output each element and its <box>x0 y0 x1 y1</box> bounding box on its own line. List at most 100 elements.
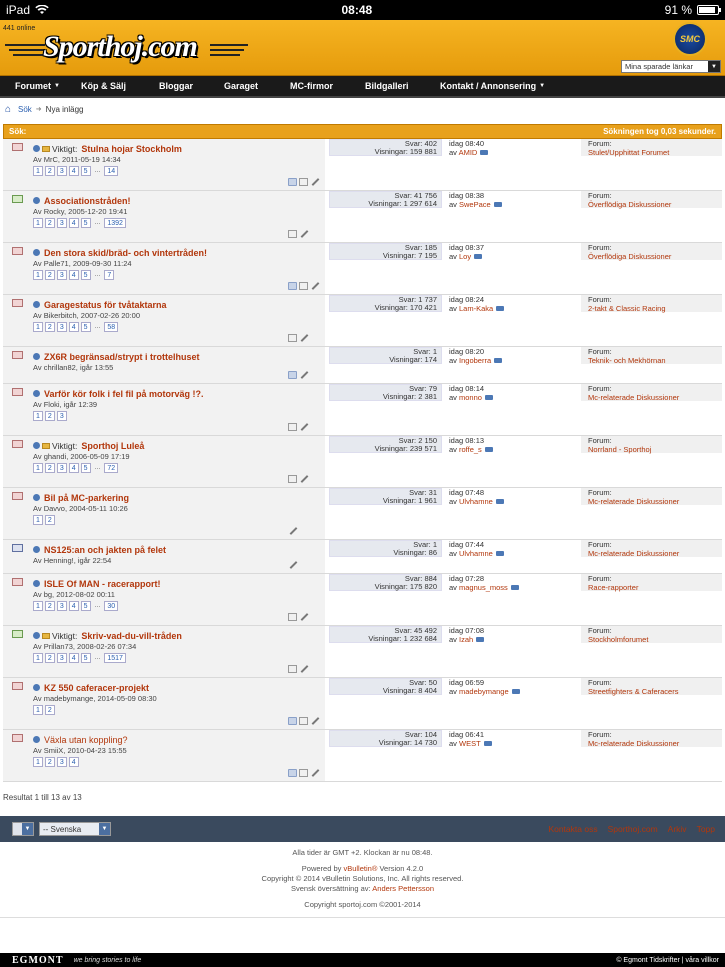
goto-last-post-icon[interactable] <box>510 585 519 590</box>
goto-first-unread-icon[interactable] <box>33 632 40 639</box>
forum-link[interactable]: Race-rapporter <box>588 583 722 592</box>
egmont-legal[interactable]: © Egmont Tidskrifter | våra villkor <box>616 957 719 964</box>
goto-last-post-icon[interactable] <box>495 551 504 556</box>
last-post-author[interactable]: Loy <box>459 252 471 261</box>
forum-link[interactable]: Stockholmforumet <box>588 635 722 644</box>
thread-title[interactable]: Den stora skid/bräd- och vintertråden! <box>44 248 207 258</box>
page-link[interactable]: 4 <box>68 757 79 767</box>
goto-last-post-icon[interactable] <box>480 150 489 155</box>
page-link[interactable]: 2 <box>44 653 55 663</box>
last-post-author[interactable]: WEST <box>459 739 481 748</box>
footer-link-contact[interactable]: Kontakta oss <box>548 824 597 834</box>
forum-link[interactable]: Mc-relaterade Diskussioner <box>588 739 722 748</box>
goto-first-unread-icon[interactable] <box>33 684 40 691</box>
goto-last-post-icon[interactable] <box>484 447 493 452</box>
page-link[interactable]: 58 <box>104 322 119 332</box>
page-link[interactable]: 1 <box>33 653 43 663</box>
thread-title[interactable]: Stulna hojar Stockholm <box>81 144 182 154</box>
page-link[interactable]: 3 <box>56 218 67 228</box>
style-select[interactable]: ▼ <box>12 822 34 836</box>
last-post-author[interactable]: Izah <box>459 635 473 644</box>
egmont-logo[interactable]: EGMONT <box>12 955 64 966</box>
footer-link-top[interactable]: Topp <box>697 824 715 834</box>
goto-first-unread-icon[interactable] <box>33 580 40 587</box>
page-link[interactable]: 5 <box>80 601 91 611</box>
page-link[interactable]: 4 <box>68 463 79 473</box>
thread-row[interactable]: NS125:an och jakten på felet Av Henning!,… <box>3 540 722 574</box>
thread-title[interactable]: Sporthoj Luleå <box>81 441 144 451</box>
goto-first-unread-icon[interactable] <box>33 390 40 397</box>
page-link[interactable]: 3 <box>56 322 67 332</box>
page-link[interactable]: 3 <box>56 411 67 421</box>
nav-garaget[interactable]: Garaget <box>224 81 290 91</box>
goto-first-unread-icon[interactable] <box>33 197 40 204</box>
goto-first-unread-icon[interactable] <box>33 249 40 256</box>
last-post-author[interactable]: Lam-Kaka <box>459 304 493 313</box>
page-link[interactable]: 1 <box>33 411 43 421</box>
thread-row[interactable]: Den stora skid/bräd- och vintertråden! Av… <box>3 243 722 295</box>
nav-kop-salj[interactable]: Köp & Sälj <box>81 81 159 91</box>
goto-last-post-icon[interactable] <box>494 358 503 363</box>
last-post-author[interactable]: madebymange <box>459 687 509 696</box>
goto-last-post-icon[interactable] <box>484 395 493 400</box>
goto-last-post-icon[interactable] <box>476 637 485 642</box>
goto-last-post-icon[interactable] <box>495 499 504 504</box>
last-post-author[interactable]: AMID <box>459 148 478 157</box>
nav-kontakt[interactable]: Kontakt / Annonsering ▼ <box>440 81 545 91</box>
page-link[interactable]: 3 <box>56 653 67 663</box>
page-link[interactable]: 1517 <box>104 653 126 663</box>
thread-row[interactable]: Viktigt: Stulna hojar Stockholm Av MrC, 20… <box>3 139 722 191</box>
page-link[interactable]: 2 <box>44 463 55 473</box>
translator-link[interactable]: Anders Pettersson <box>372 884 434 893</box>
page-link[interactable]: 72 <box>104 463 119 473</box>
thread-row[interactable]: Garagestatus för tvåtaktarna Av Bikerbitc… <box>3 295 722 347</box>
thread-row[interactable]: Bil på MC-parkering Av Davvo, 2004-05-11 … <box>3 488 722 540</box>
goto-first-unread-icon[interactable] <box>33 353 40 360</box>
forum-link[interactable]: Mc-relaterade Diskussioner <box>588 497 722 506</box>
goto-first-unread-icon[interactable] <box>33 494 40 501</box>
thread-row[interactable]: ISLE Of MAN - racerapport! Av bg, 2012-08… <box>3 574 722 626</box>
thread-title[interactable]: Skriv-vad-du-vill-tråden <box>81 631 182 641</box>
smc-badge[interactable]: SMC <box>673 22 707 56</box>
page-link[interactable]: 5 <box>80 463 91 473</box>
thread-title[interactable]: NS125:an och jakten på felet <box>44 545 166 555</box>
page-link[interactable]: 2 <box>44 601 55 611</box>
page-link[interactable]: 1 <box>33 515 43 525</box>
bookmarks-select[interactable]: Mina sparade länkar ▼ <box>621 60 721 73</box>
page-link[interactable]: 2 <box>44 322 55 332</box>
page-link[interactable]: 7 <box>104 270 115 280</box>
page-link[interactable]: 2 <box>44 515 55 525</box>
forum-link[interactable]: Mc-relaterade Diskussioner <box>588 549 722 558</box>
breadcrumb-search[interactable]: Sök <box>18 105 32 114</box>
nav-mc-firmor[interactable]: MC-firmor <box>290 81 365 91</box>
forum-link[interactable]: 2-takt & Classic Racing <box>588 304 722 313</box>
page-link[interactable]: 5 <box>80 218 91 228</box>
footer-link-home[interactable]: Sporthoj.com <box>608 824 658 834</box>
page-link[interactable]: 4 <box>68 270 79 280</box>
thread-title[interactable]: Associationstråden! <box>44 196 131 206</box>
thread-row[interactable]: KZ 550 caferacer-projekt Av madebymange, … <box>3 678 722 730</box>
last-post-author[interactable]: monno <box>459 393 482 402</box>
page-link[interactable]: 1 <box>33 757 43 767</box>
thread-row[interactable]: Associationstråden! Av Rocky, 2005-12-20 … <box>3 191 722 243</box>
page-link[interactable]: 3 <box>56 757 67 767</box>
page-link[interactable]: 4 <box>68 218 79 228</box>
page-link[interactable]: 3 <box>56 166 67 176</box>
last-post-author[interactable]: Ulvhamne <box>459 497 493 506</box>
site-logo[interactable]: Sporthoj.com <box>5 30 248 70</box>
forum-link[interactable]: Stulet/Upphittat Forumet <box>588 148 722 157</box>
thread-title[interactable]: ISLE Of MAN - racerapport! <box>44 579 161 589</box>
page-link[interactable]: 2 <box>44 166 55 176</box>
goto-first-unread-icon[interactable] <box>33 442 40 449</box>
footer-link-archive[interactable]: Arkiv <box>668 824 687 834</box>
thread-title[interactable]: KZ 550 caferacer-projekt <box>44 683 149 693</box>
thread-title[interactable]: Garagestatus för tvåtaktarna <box>44 300 167 310</box>
thread-row[interactable]: Viktigt: Sporthoj Luleå Av ghandi, 2006-05… <box>3 436 722 488</box>
page-link[interactable]: 1 <box>33 270 43 280</box>
thread-title[interactable]: Bil på MC-parkering <box>44 493 129 503</box>
page-link[interactable]: 5 <box>80 322 91 332</box>
page-link[interactable]: 5 <box>80 270 91 280</box>
page-link[interactable]: 2 <box>44 705 55 715</box>
last-post-author[interactable]: Ingoberra <box>459 356 491 365</box>
goto-first-unread-icon[interactable] <box>33 301 40 308</box>
